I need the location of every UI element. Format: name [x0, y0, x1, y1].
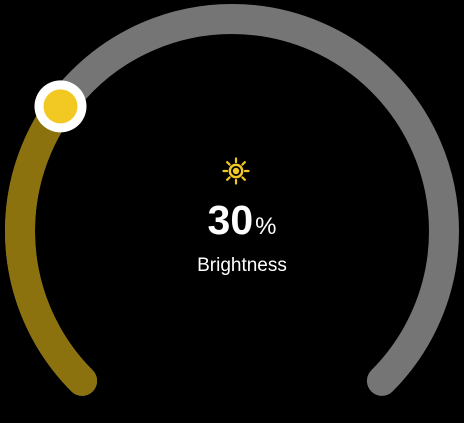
dial-knob-handle[interactable]: [34, 80, 87, 133]
brightness-dial[interactable]: [0, 0, 464, 423]
dial-track[interactable]: [5, 4, 459, 396]
dial-fill[interactable]: [5, 91, 98, 396]
